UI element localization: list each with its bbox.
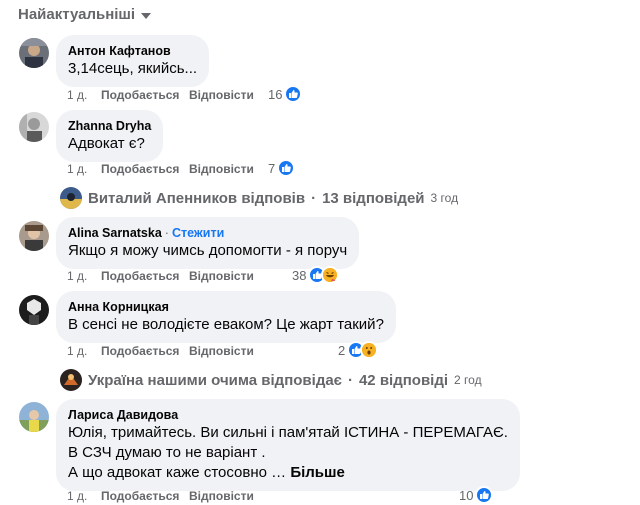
comment-author[interactable]: Анна Корницкая xyxy=(68,299,384,315)
avatar[interactable] xyxy=(19,221,49,251)
separator-dot: · xyxy=(164,226,169,240)
comment-bubble: Лариса Давидова Юлія, тримайтесь. Ви сил… xyxy=(56,399,520,491)
like-icon xyxy=(277,159,296,177)
avatar xyxy=(60,187,82,209)
sort-dropdown[interactable]: Найактуальніші xyxy=(18,6,152,23)
comment-time[interactable]: 1 д. xyxy=(67,88,101,102)
wow-icon xyxy=(360,341,379,359)
comment-actions: 1 д. Подобається Відповісти xyxy=(67,489,254,503)
view-replies-link[interactable]: Виталий Апенников відповів · 13 відповід… xyxy=(60,187,458,209)
comment-author[interactable]: Антон Кафтанов xyxy=(68,43,197,59)
separator-dot: · xyxy=(311,189,317,207)
like-button[interactable]: Подобається xyxy=(101,489,189,503)
like-button[interactable]: Подобається xyxy=(101,88,189,102)
comment-actions: 1 д. Подобається Відповісти xyxy=(67,162,254,176)
reply-author: Виталий Апенников відповів xyxy=(88,189,306,207)
reply-button[interactable]: Відповісти xyxy=(189,88,254,102)
like-icon xyxy=(475,486,494,504)
comment-bubble: Alina Sarnatska · Стежити Якщо я можу чимс… xyxy=(56,217,360,269)
comment-bubble: Антон Кафтанов 3,14сець, якийсь... xyxy=(56,35,210,87)
reply-button[interactable]: Відповісти xyxy=(189,162,254,176)
separator-dot: · xyxy=(347,371,353,389)
comment-time[interactable]: 1 д. xyxy=(67,344,101,358)
reply-count: 42 відповіді xyxy=(358,371,449,389)
comment-text: Якщо я можу чимсь допомогти - я поруч xyxy=(68,242,348,259)
like-button[interactable]: Подобається xyxy=(101,344,189,358)
caret-down-icon xyxy=(141,12,152,19)
reply-count: 13 відповідей xyxy=(322,189,425,207)
like-button[interactable]: Подобається xyxy=(101,269,189,283)
comment-author[interactable]: Лариса Давидова xyxy=(68,407,508,423)
reactions-summary[interactable]: 10 xyxy=(459,486,494,504)
avatar[interactable] xyxy=(19,112,49,142)
reply-button[interactable]: Відповісти xyxy=(189,344,254,358)
comment-time[interactable]: 1 д. xyxy=(67,269,101,283)
comment-author[interactable]: Zhanna Dryha xyxy=(68,118,151,134)
reply-author: Україна нашими очима відповідає xyxy=(88,371,342,389)
comment-text-line: В СЗЧ думаю то не варіант . xyxy=(68,444,266,461)
reaction-count: 2 xyxy=(338,342,346,358)
avatar xyxy=(60,369,82,391)
like-icon xyxy=(284,85,303,103)
follow-button[interactable]: Стежити xyxy=(172,226,224,240)
comment-time[interactable]: 1 д. xyxy=(67,489,101,503)
comment-author[interactable]: Alina Sarnatska xyxy=(68,226,162,240)
comment-text-line: А що адвокат каже стосовно … xyxy=(68,464,287,481)
reply-button[interactable]: Відповісти xyxy=(189,489,254,503)
reactions-summary[interactable]: 16 xyxy=(268,85,303,103)
reaction-count: 10 xyxy=(459,487,474,503)
comment-actions: 1 д. Подобається Відповісти xyxy=(67,88,254,102)
view-replies-link[interactable]: Україна нашими очима відповідає · 42 від… xyxy=(60,369,482,391)
reaction-count: 16 xyxy=(268,86,283,102)
avatar[interactable] xyxy=(19,38,49,68)
comment-time[interactable]: 1 д. xyxy=(67,162,101,176)
reactions-summary[interactable]: 7 xyxy=(268,159,296,177)
avatar[interactable] xyxy=(19,402,49,432)
comment-actions: 1 д. Подобається Відповісти xyxy=(67,269,254,283)
comment-text-line: Юлія, тримайтесь. Ви сильні і пам'ятай І… xyxy=(68,424,508,441)
comment-bubble: Zhanna Dryha Адвокат є? xyxy=(56,110,164,162)
haha-icon xyxy=(321,266,340,284)
comment-text: Адвокат є? xyxy=(68,135,145,152)
comment-actions: 1 д. Подобається Відповісти xyxy=(67,344,254,358)
see-more-link[interactable]: Більше xyxy=(290,464,345,481)
like-button[interactable]: Подобається xyxy=(101,162,189,176)
comment-text: В сенсі не володієте еваком? Це жарт так… xyxy=(68,316,384,333)
reaction-count: 38 xyxy=(292,267,307,283)
avatar[interactable] xyxy=(19,295,49,325)
reaction-count: 7 xyxy=(268,160,276,176)
sort-label: Найактуальніші xyxy=(18,6,136,23)
comment-bubble: Анна Корницкая В сенсі не володієте евак… xyxy=(56,291,396,343)
comment-text: 3,14сець, якийсь... xyxy=(68,60,198,77)
reply-time: 2 год xyxy=(454,373,482,387)
reactions-summary[interactable]: 38 xyxy=(292,266,340,284)
reply-button[interactable]: Відповісти xyxy=(189,269,254,283)
reactions-summary[interactable]: 2 xyxy=(338,341,379,359)
reply-time: 3 год xyxy=(430,191,459,205)
